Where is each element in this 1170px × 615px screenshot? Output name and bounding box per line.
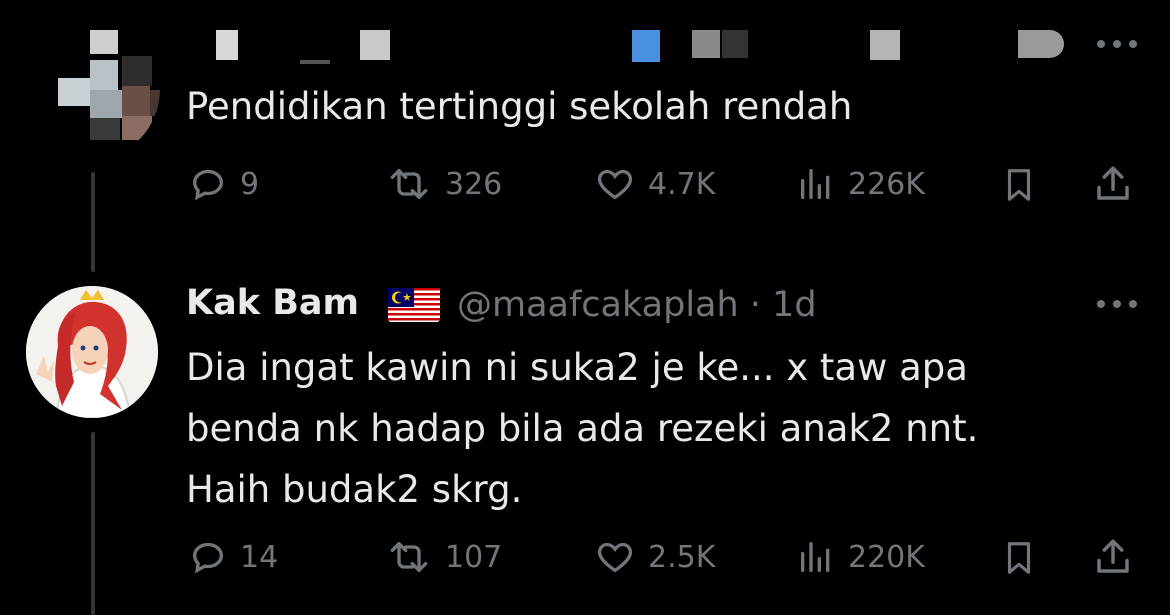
tweet-text: Pendidikan tertinggi sekolah rendah bbox=[186, 85, 853, 128]
more-options-icon[interactable] bbox=[1097, 38, 1137, 50]
reply-icon bbox=[192, 169, 224, 201]
handle-and-time[interactable]: @maafcakaplah · 1d bbox=[457, 285, 817, 325]
tweet-text: Dia ingat kawin ni suka2 je ke... x taw … bbox=[186, 346, 979, 511]
like-button[interactable]: 2.5K bbox=[594, 537, 715, 577]
like-count: 4.7K bbox=[648, 166, 716, 202]
heart-icon bbox=[597, 169, 633, 200]
views-button[interactable]: 226K bbox=[796, 164, 925, 204]
reply-count: 14 bbox=[240, 539, 279, 575]
bookmark-button[interactable] bbox=[1000, 164, 1038, 206]
avatar[interactable] bbox=[26, 286, 158, 418]
reply-button[interactable]: 9 bbox=[188, 164, 259, 204]
avatar-pixelated[interactable] bbox=[30, 20, 160, 158]
share-button[interactable] bbox=[1092, 535, 1134, 579]
views-count: 226K bbox=[848, 166, 925, 202]
bookmark-icon bbox=[1007, 542, 1031, 574]
share-button[interactable] bbox=[1092, 162, 1134, 206]
repost-icon bbox=[390, 169, 428, 199]
views-icon bbox=[801, 542, 830, 572]
repost-count: 326 bbox=[445, 166, 503, 202]
like-button[interactable]: 4.7K bbox=[594, 164, 715, 204]
heart-icon bbox=[597, 542, 633, 573]
more-options-icon[interactable] bbox=[1097, 298, 1137, 310]
reply-button[interactable]: 14 bbox=[188, 537, 278, 577]
thread-line-top bbox=[91, 172, 95, 272]
malaysia-flag bbox=[388, 288, 440, 322]
repost-count: 107 bbox=[445, 539, 503, 575]
views-count: 220K bbox=[848, 539, 925, 575]
repost-icon bbox=[390, 542, 428, 572]
thread-line-bottom bbox=[91, 432, 95, 615]
avatar-illustration bbox=[26, 286, 158, 418]
malaysia-flag-icon bbox=[388, 288, 440, 322]
bookmark-button[interactable] bbox=[1000, 537, 1038, 579]
share-icon bbox=[1097, 166, 1129, 200]
views-icon bbox=[801, 169, 830, 199]
bookmark-icon bbox=[1007, 169, 1031, 201]
repost-button[interactable]: 107 bbox=[385, 537, 502, 577]
repost-button[interactable]: 326 bbox=[385, 164, 502, 204]
like-count: 2.5K bbox=[648, 539, 716, 575]
display-name[interactable]: Kak Bam bbox=[186, 283, 359, 323]
share-icon bbox=[1097, 539, 1129, 573]
views-button[interactable]: 220K bbox=[796, 537, 925, 577]
reply-count: 9 bbox=[240, 166, 260, 202]
reply-icon bbox=[192, 542, 224, 574]
